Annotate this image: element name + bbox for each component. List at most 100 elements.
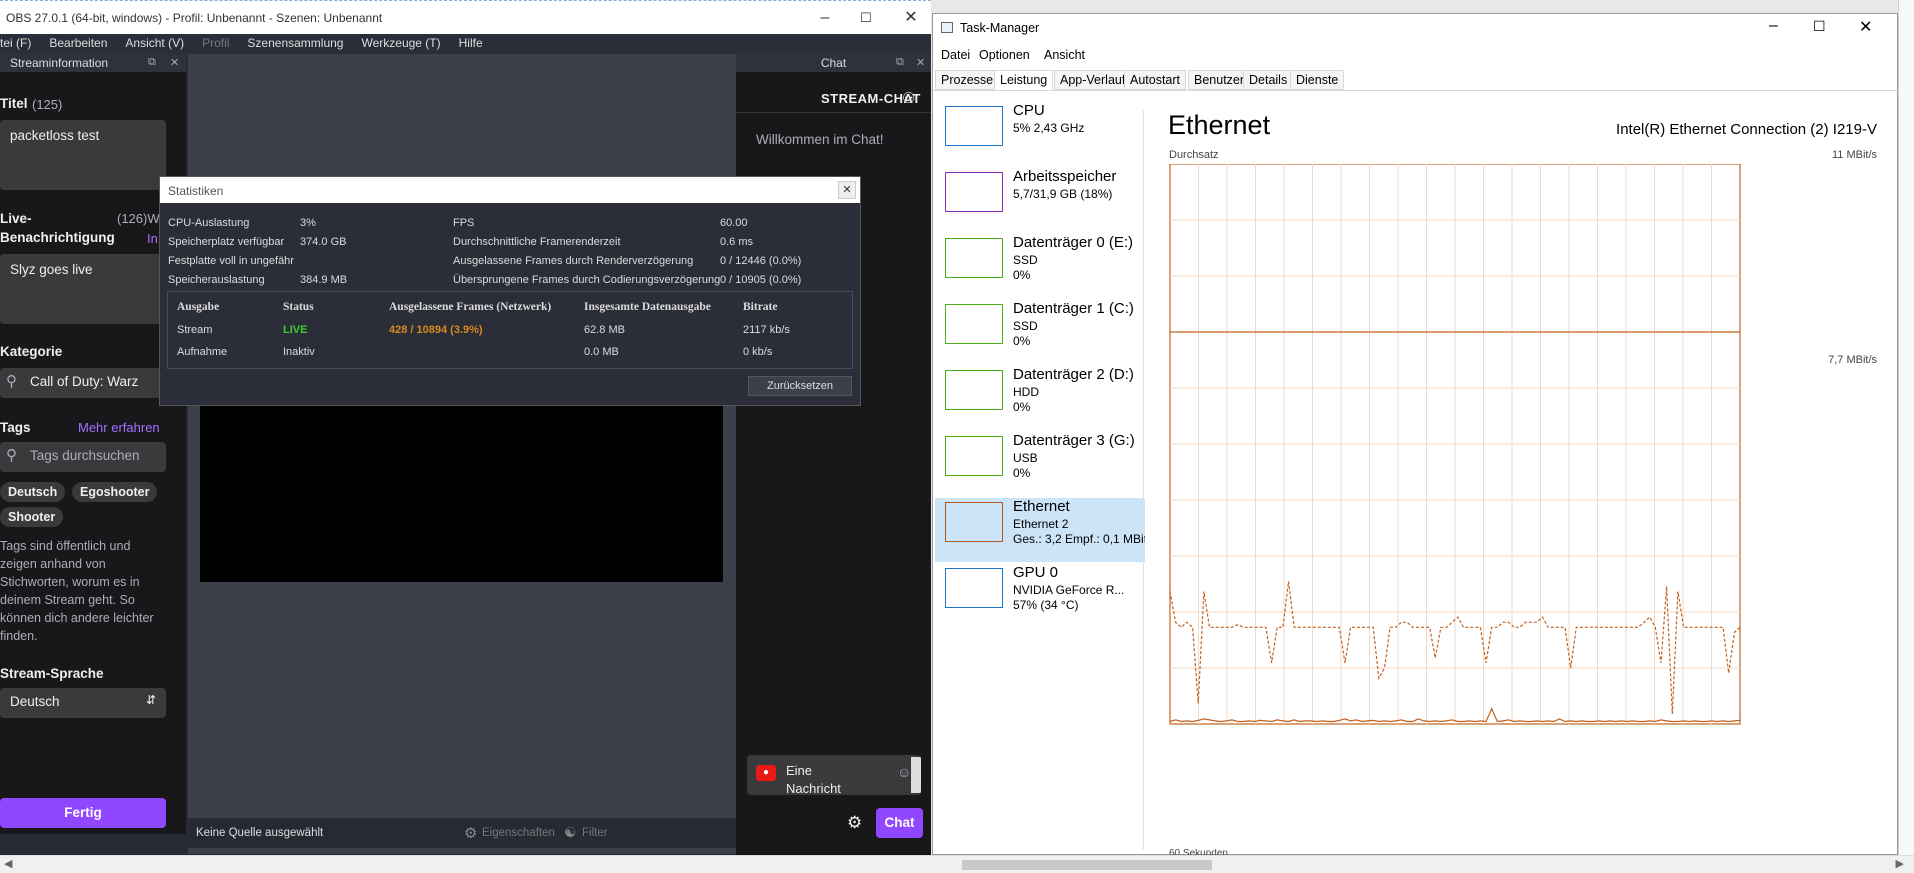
chat-message-input[interactable]: ● Eine Nachricht ☺ (747, 755, 921, 795)
minimize-icon[interactable]: – (1769, 17, 1778, 35)
tags-learn-more-link[interactable]: Mehr erfahren (78, 420, 160, 435)
tags-help-text: Tags sind öffentlich und zeigen anhand v… (0, 537, 180, 645)
sidebar-item-name: CPU (1013, 102, 1045, 119)
sidebar-item-name: Ethernet (1013, 498, 1070, 515)
stat-value: 3% (300, 217, 316, 229)
stat-label: Übersprungene Frames durch Codierungsver… (453, 274, 721, 286)
tm-menu-options[interactable]: Optionen (979, 48, 1030, 62)
category-value: Call of Duty: Warz (30, 374, 139, 389)
table-cell: 0 kb/s (743, 346, 773, 358)
chat-send-button[interactable]: Chat (876, 808, 923, 838)
chat-dock-header: Chat ⧉ ✕ (736, 54, 931, 72)
undock-icon[interactable]: ⧉ (896, 56, 904, 69)
stat-value: 384.9 MB (300, 274, 348, 286)
menu-edit[interactable]: Bearbeiten (40, 34, 116, 50)
scrollbar-thumb[interactable] (962, 860, 1212, 870)
dock-close-icon[interactable]: ✕ (916, 56, 925, 69)
sidebar-item-gpu-0[interactable]: GPU 0 NVIDIA GeForce R... 57% (34 °C) (935, 564, 1145, 628)
maximize-icon[interactable]: ☐ (1813, 18, 1826, 35)
stat-label: Speicherauslastung (168, 274, 265, 286)
horizontal-scrollbar[interactable]: ◀ ▶ (0, 855, 1914, 873)
user-list-icon[interactable]: ⚇ (902, 89, 915, 107)
sidebar-item-detail: 5% 2,43 GHz (1013, 121, 1085, 135)
sidebar-item-datentr-ger-2-d[interactable]: Datenträger 2 (D:) HDD 0% (935, 366, 1145, 430)
close-icon[interactable]: ✕ (900, 7, 922, 29)
settings-gear-icon[interactable]: ⚙ (847, 813, 862, 833)
notification-label-line2: Benachrichtigung (0, 230, 115, 245)
scroll-left-icon[interactable]: ◀ (4, 857, 12, 870)
search-icon: ⚲ (6, 373, 17, 390)
tag-chip[interactable]: Egoshooter (72, 482, 158, 502)
tab-app-history[interactable]: App-Verlauf (1054, 70, 1132, 90)
tab-services[interactable]: Dienste (1290, 70, 1345, 90)
streaminfo-dock-header: Streaminformation ⧉ ✕ (0, 54, 186, 72)
ethernet-throughput-chart (1169, 164, 1741, 725)
close-icon[interactable]: ✕ (1859, 17, 1872, 37)
minimize-icon[interactable]: – (814, 7, 836, 29)
sidebar-thumbnail-graph (945, 238, 1003, 278)
dock-close-icon[interactable]: ✕ (170, 56, 179, 69)
sidebar-item-name: Arbeitsspeicher (1013, 168, 1117, 185)
notification-link[interactable]: In (147, 231, 158, 246)
undock-icon[interactable]: ⧉ (148, 56, 156, 69)
stat-label: Ausgelassene Frames durch Renderverzöger… (453, 255, 694, 267)
stat-label: FPS (453, 217, 475, 229)
done-button[interactable]: Fertig (0, 798, 166, 828)
menu-file[interactable]: tei (F) (0, 34, 40, 50)
emote-icon[interactable]: ☺ (897, 764, 911, 780)
sidebar-thumbnail-graph (945, 436, 1003, 476)
sidebar-item-arbeitsspeicher[interactable]: Arbeitsspeicher 5,7/31,9 GB (18%) (935, 168, 1145, 232)
tab-details[interactable]: Details (1243, 70, 1294, 90)
sidebar-item-datentr-ger-0-e[interactable]: Datenträger 0 (E:) SSD 0% (935, 234, 1145, 298)
properties-button[interactable]: Eigenschaften (482, 827, 555, 839)
sidebar-thumbnail-graph (945, 106, 1003, 146)
menu-view[interactable]: Ansicht (V) (116, 34, 193, 50)
sidebar-item-detail: Ges.: 3,2 Empf.: 0,1 MBit (1013, 532, 1145, 546)
maximize-icon[interactable]: ☐ (855, 7, 877, 29)
chat-welcome: Willkommen im Chat! (756, 132, 884, 147)
table-cell: 0.0 MB (584, 346, 619, 358)
tag-chip[interactable]: Shooter (0, 507, 64, 527)
video-camera-icon: ● (756, 765, 776, 781)
tab-performance[interactable]: Leistung (994, 70, 1054, 90)
obs-titlebar: OBS 27.0.1 (64-bit, windows) - Profil: U… (0, 0, 931, 34)
sidebar-item-datentr-ger-3-g[interactable]: Datenträger 3 (G:) USB 0% (935, 432, 1145, 496)
close-icon[interactable]: ✕ (838, 181, 856, 199)
tags-search-input[interactable]: ⚲ Tags durchsuchen (0, 442, 166, 472)
tab-startup[interactable]: Autostart (1124, 70, 1187, 90)
dropped-frames-network: 428 / 10894 (3.9%) (389, 324, 483, 336)
tab-users[interactable]: Benutzer (1188, 70, 1251, 90)
menu-tools[interactable]: Werkzeuge (T) (352, 34, 449, 50)
notification-input[interactable]: Slyz goes live (0, 254, 166, 324)
table-cell: Stream (177, 324, 213, 336)
chat-placeholder-line1: Eine (786, 763, 813, 778)
title-input[interactable]: packetloss test (0, 120, 166, 190)
sidebar-item-detail: SSD (1013, 319, 1038, 333)
task-manager-window: Task-Manager – ☐ ✕ Datei Optionen Ansich… (932, 13, 1899, 856)
filter-button[interactable]: Filter (582, 827, 608, 839)
menu-scenecollection[interactable]: Szenensammlung (238, 34, 352, 50)
task-manager-app-icon (941, 22, 953, 33)
tm-menu-file[interactable]: Datei (941, 48, 970, 62)
preview-canvas[interactable] (200, 400, 723, 582)
menu-help[interactable]: Hilfe (450, 34, 492, 50)
tags-help-line: Stichworten, worum es in (0, 575, 140, 589)
stream-language-select[interactable]: Deutsch ⇵ (0, 688, 166, 718)
reset-button[interactable]: Zurücksetzen (748, 376, 852, 396)
stat-value: 0 / 10905 (0.0%) (720, 274, 802, 286)
sidebar-item-cpu[interactable]: CPU 5% 2,43 GHz (935, 102, 1145, 166)
chat-input-scrollbar[interactable] (911, 757, 921, 793)
sidebar-item-detail: 0% (1013, 466, 1031, 480)
category-input[interactable]: ⚲ Call of Duty: Warz (0, 368, 166, 398)
tag-chip[interactable]: Deutsch (0, 482, 66, 502)
sidebar-item-ethernet[interactable]: Ethernet Ethernet 2 Ges.: 3,2 Empf.: 0,1 M… (935, 498, 1145, 562)
max-throughput-label: 11 MBit/s (1831, 149, 1877, 161)
sidebar-thumbnail-graph (945, 502, 1003, 542)
menu-profile[interactable]: Profil (193, 34, 238, 50)
sidebar-item-name: Datenträger 0 (E:) (1013, 234, 1134, 251)
sidebar-item-datentr-ger-1-c[interactable]: Datenträger 1 (C:) SSD 0% (935, 300, 1145, 364)
scroll-right-icon[interactable]: ▶ (1896, 857, 1904, 870)
category-label: Kategorie (0, 344, 63, 359)
tab-processes[interactable]: Prozesse (935, 70, 1000, 90)
tm-menu-view[interactable]: Ansicht (1044, 48, 1085, 62)
